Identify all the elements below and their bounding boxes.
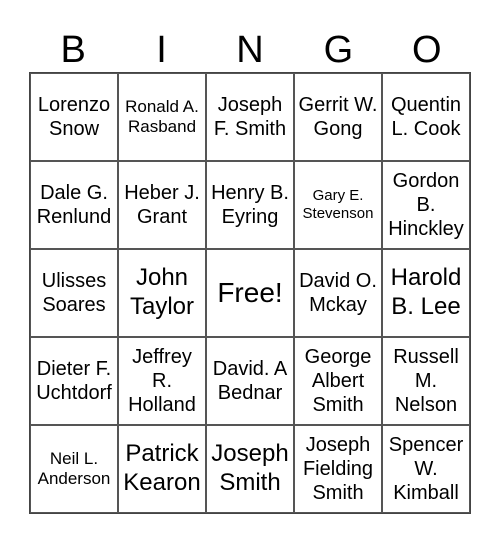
- bingo-cell[interactable]: Neil L. Anderson: [30, 425, 118, 513]
- bingo-cell[interactable]: George Albert Smith: [294, 337, 382, 425]
- bingo-cell[interactable]: Joseph Smith: [206, 425, 294, 513]
- bingo-cell[interactable]: Ulisses Soares: [30, 249, 118, 337]
- bingo-cell[interactable]: Dale G. Renlund: [30, 161, 118, 249]
- bingo-header: B I N G O: [29, 28, 471, 72]
- header-letter-n: N: [236, 29, 264, 71]
- bingo-cell[interactable]: Joseph F. Smith: [206, 73, 294, 161]
- header-letter-i: I: [156, 29, 167, 71]
- bingo-cell[interactable]: Gordon B. Hinckley: [382, 161, 470, 249]
- bingo-cell[interactable]: Lorenzo Snow: [30, 73, 118, 161]
- header-letter-o: O: [411, 29, 442, 71]
- bingo-cell[interactable]: Jeffrey R. Holland: [118, 337, 206, 425]
- bingo-cell[interactable]: Gary E. Stevenson: [294, 161, 382, 249]
- bingo-cell[interactable]: Heber J. Grant: [118, 161, 206, 249]
- bingo-cell-free[interactable]: Free!: [206, 249, 294, 337]
- bingo-cell[interactable]: Ronald A. Rasband: [118, 73, 206, 161]
- bingo-cell[interactable]: Henry B. Eyring: [206, 161, 294, 249]
- bingo-cell[interactable]: Harold B. Lee: [382, 249, 470, 337]
- header-letter-b: B: [60, 29, 86, 71]
- bingo-card-grid: Lorenzo Snow Ronald A. Rasband Joseph F. S…: [29, 72, 471, 514]
- bingo-cell[interactable]: David O. Mckay: [294, 249, 382, 337]
- bingo-cell[interactable]: Spencer W. Kimball: [382, 425, 470, 513]
- header-letter-g: G: [323, 29, 354, 71]
- bingo-cell[interactable]: Dieter F. Uchtdorf: [30, 337, 118, 425]
- bingo-cell[interactable]: Joseph Fielding Smith: [294, 425, 382, 513]
- bingo-cell[interactable]: David. A Bednar: [206, 337, 294, 425]
- bingo-cell[interactable]: Patrick Kearon: [118, 425, 206, 513]
- bingo-cell[interactable]: Gerrit W. Gong: [294, 73, 382, 161]
- bingo-cell[interactable]: John Taylor: [118, 249, 206, 337]
- bingo-cell[interactable]: Quentin L. Cook: [382, 73, 470, 161]
- bingo-cell[interactable]: Russell M. Nelson: [382, 337, 470, 425]
